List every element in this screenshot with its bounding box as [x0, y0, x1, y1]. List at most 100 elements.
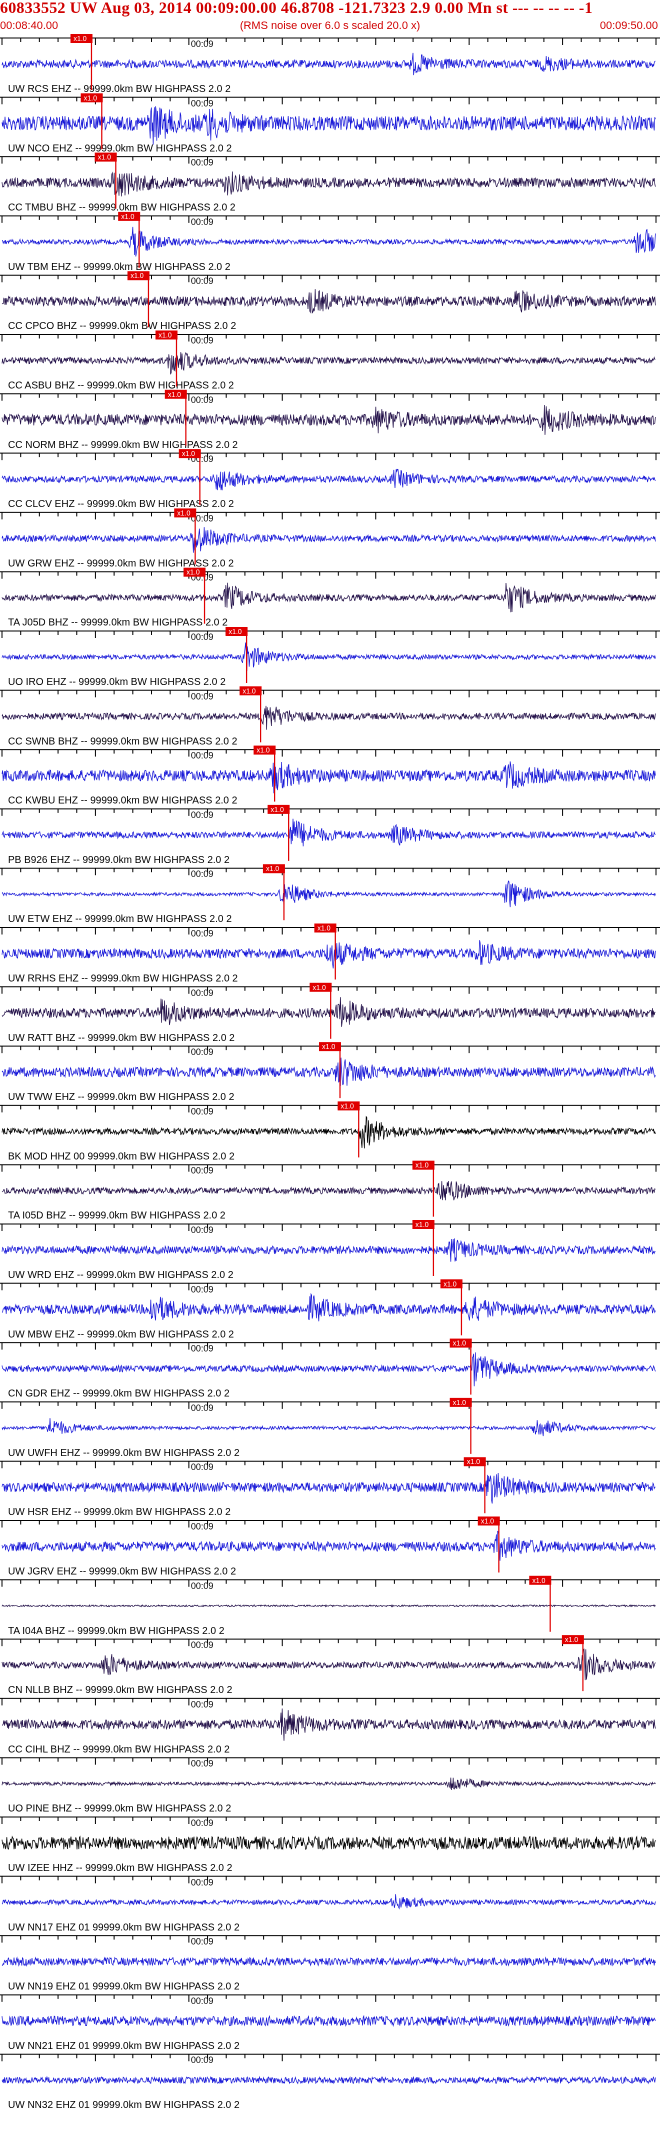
station-label: CC CPCO BHZ -- 99999.0km BW HIGHPASS 2.0… [8, 321, 237, 332]
waveform [1, 52, 656, 76]
minute-marker-label: 00:09 [191, 98, 214, 108]
waveform [1, 404, 656, 435]
waveform [1, 468, 656, 491]
trace-15: 00:09 UW ETW EHZ -- 99999.0km BW HIGHPASS… [0, 864, 660, 925]
pick-label: x1.0 [313, 985, 326, 992]
pick-label: x1.0 [187, 570, 200, 577]
trace-3: 00:09CC TMBU BHZ -- 99999.0km BW HIGHPAS… [0, 152, 660, 214]
trace-5: 00:09 CC CPCO BHZ -- 99999.0km BW HIGHPAS… [0, 271, 660, 332]
minute-marker-label: 00:09 [191, 1937, 214, 1947]
minute-marker-label: 00:09 [191, 988, 214, 998]
waveform [1, 1472, 656, 1504]
pick-label: x1.0 [98, 155, 111, 162]
station-label: UW NN32 EHZ 01 99999.0km BW HIGHPASS 2.0… [8, 2100, 240, 2111]
station-label: UW MBW EHZ -- 99999.0km BW HIGHPASS 2.0 … [8, 1329, 234, 1340]
minute-marker-label: 00:09 [191, 2055, 214, 2065]
time-end-label: 00:09:50.00 [599, 20, 658, 32]
trace-31: 00:09 UW IZEE HHZ -- 99999.0km BW HIGHPAS… [0, 1816, 660, 1874]
waveform [1, 642, 656, 672]
minute-marker-label: 00:09 [191, 632, 214, 642]
waveform [1, 1180, 656, 1201]
pick-label: x1.0 [168, 392, 181, 399]
trace-20: 00:09 TA I05D BHZ -- 99999.0km BW HIGHPAS… [0, 1160, 660, 1222]
pick-label: x1.0 [453, 1400, 466, 1407]
pick-label: x1.0 [229, 629, 242, 636]
trace-6: 00:09 CC ASBU BHZ -- 99999.0km BW HIGHPAS… [0, 330, 660, 392]
waveform [1, 1530, 656, 1561]
station-label: CC CLCV EHZ -- 99999.0km BW HIGHPASS 2.0… [8, 499, 234, 510]
station-label: UW UWFH EHZ -- 99999.0km BW HIGHPASS 2.0… [8, 1448, 240, 1459]
pick-label: x1.0 [467, 1459, 480, 1466]
trace-21: 00:09 UW WRD EHZ -- 99999.0km BW HIGHPASS… [0, 1220, 660, 1281]
pick-label: x1.0 [415, 1222, 428, 1229]
trace-22: 00:09 UW MBW EHZ -- 99999.0km BW HIGHPASS… [0, 1279, 660, 1340]
waveform [1, 1238, 656, 1262]
trace-11: 00:09 UO IRO EHZ -- 99999.0km BW HIGHPASS… [0, 627, 660, 688]
minute-marker-label: 00:09 [191, 217, 214, 227]
trace-14: 00:09 PB B926 EHZ -- 99999.0km BW HIGHPAS… [0, 804, 660, 866]
pick-label: x1.0 [453, 1341, 466, 1348]
station-label: UO IRO EHZ -- 99999.0km BW HIGHPASS 2.0 … [8, 677, 226, 688]
waveform [1, 761, 656, 794]
pick-label: x1.0 [415, 1163, 428, 1170]
trace-1: 00:09 UW RCS EHZ -- 99999.0km BW HIGHPASS… [0, 34, 660, 95]
trace-30: 00:09 UO PINE BHZ -- 99999.0km BW HIGHPAS… [0, 1757, 660, 1815]
pick-label: x1.0 [121, 214, 134, 221]
trace-19: 00:09 BK MOD HHZ 00 99999.0km BW HIGHPASS… [0, 1101, 660, 1162]
minute-marker-label: 00:09 [191, 1522, 214, 1532]
pick-label: x1.0 [443, 1281, 456, 1288]
waveform [1, 1956, 656, 1967]
waveform [1, 352, 656, 375]
trace-2: 00:09 UW NCO EHZ -- 99999.0km BW HIGHPASS… [0, 93, 660, 154]
minute-marker-label: 00:09 [191, 1759, 214, 1769]
station-label: CC CIHL BHZ -- 99999.0km BW HIGHPASS 2.0… [8, 1744, 230, 1755]
station-label: UW TBM EHZ -- 99999.0km BW HIGHPASS 2.0 … [8, 262, 231, 273]
minute-marker-label: 00:09 [191, 1225, 214, 1235]
trace-27: 00:09 TA I04A BHZ -- 99999.0km BW HIGHPAS… [0, 1575, 660, 1637]
waveform [1, 1777, 656, 1791]
minute-marker-label: 00:09 [191, 1818, 214, 1828]
trace-4: 00:09 UW TBM EHZ -- 99999.0km BW HIGHPASS… [0, 211, 660, 273]
trace-28: 00:09 CN NLLB BHZ -- 99999.0km BW HIGHPAS… [0, 1635, 660, 1696]
trace-23: 00:09 CN GDR EHZ -- 99999.0km BW HIGHPASS… [0, 1338, 660, 1400]
trace-33: 00:09 UW NN19 EHZ 01 99999.0km BW HIGHPAS… [0, 1935, 660, 1993]
waveform [1, 106, 656, 145]
pick-label: x1.0 [182, 451, 195, 458]
waveform [1, 1835, 656, 1851]
station-label: CC KWBU EHZ -- 99999.0km BW HIGHPASS 2.0… [8, 796, 238, 807]
station-label: BK MOD HHZ 00 99999.0km BW HIGHPASS 2.0 … [8, 1151, 235, 1162]
minute-marker-label: 00:09 [191, 336, 214, 346]
minute-marker-label: 00:09 [191, 276, 214, 286]
minute-marker-label: 00:09 [191, 929, 214, 939]
station-label: CC ASBU BHZ -- 99999.0km BW HIGHPASS 2.0… [8, 381, 234, 392]
station-label: TA I04A BHZ -- 99999.0km BW HIGHPASS 2.0… [8, 1626, 225, 1637]
pick-label: x1.0 [84, 95, 97, 102]
pick-label: x1.0 [130, 273, 143, 280]
trace-12: 00:09 CC SWNB BHZ -- 99999.0km BW HIGHPAS… [0, 686, 660, 747]
trace-9: 00:09UW GRW EHZ -- 99999.0km BW HIGHPASS… [0, 508, 660, 569]
minute-marker-label: 00:09 [191, 1403, 214, 1413]
station-label: CN NLLB BHZ -- 99999.0km BW HIGHPASS 2.0… [8, 1685, 233, 1696]
waveform [1, 880, 656, 909]
waveform [1, 289, 656, 314]
pick-label: x1.0 [532, 1578, 545, 1585]
minute-marker-label: 00:09 [191, 1344, 214, 1354]
minute-marker-label: 00:09 [191, 1640, 214, 1650]
station-label: TA I05D BHZ -- 99999.0km BW HIGHPASS 2.0… [8, 1211, 226, 1222]
minute-marker-label: 00:09 [191, 1877, 214, 1887]
trace-35: 00:09 UW NN32 EHZ 01 99999.0km BW HIGHPAS… [0, 2053, 660, 2111]
pick-label: x1.0 [177, 510, 190, 517]
waveform [1, 171, 656, 197]
minute-marker-label: 00:09 [191, 1284, 214, 1294]
pick-label: x1.0 [159, 333, 172, 340]
pick-label: x1.0 [271, 807, 284, 814]
waveform [1, 1894, 656, 1910]
trace-29: 00:09 CC CIHL BHZ -- 99999.0km BW HIGHPAS… [0, 1697, 660, 1755]
station-label: UW ETW EHZ -- 99999.0km BW HIGHPASS 2.0 … [8, 914, 232, 925]
waveform [1, 1115, 656, 1149]
event-title: 60833552 UW Aug 03, 2014 00:09:00.00 46.… [0, 0, 593, 17]
minute-marker-label: 00:09 [191, 395, 214, 405]
pick-label: x1.0 [243, 688, 256, 695]
minute-marker-label: 00:09 [191, 158, 214, 168]
minute-marker-label: 00:09 [191, 869, 214, 879]
